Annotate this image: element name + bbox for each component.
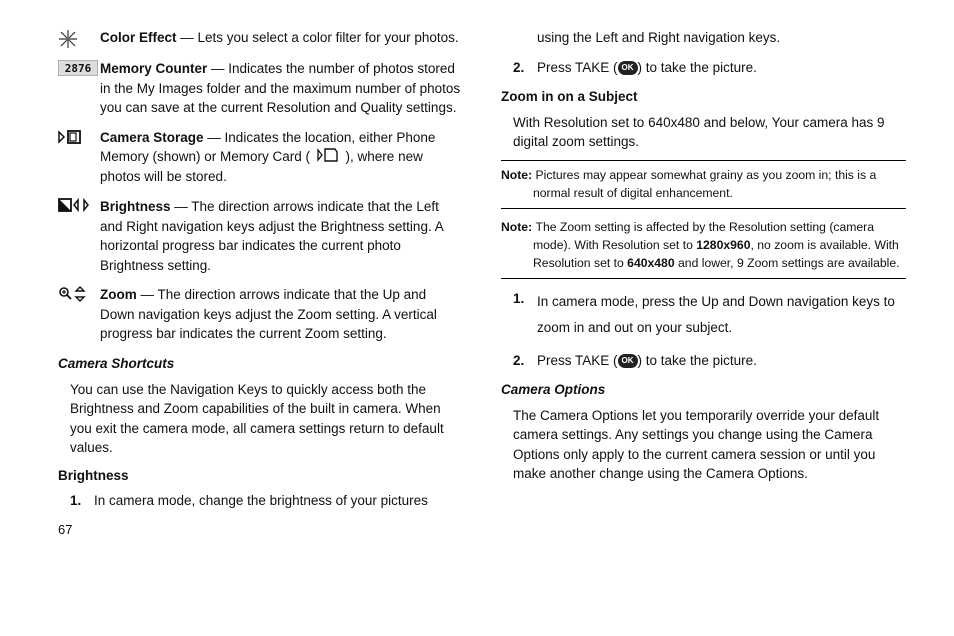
zoom-steps: 1. In camera mode, press the Up and Down… (501, 289, 906, 370)
step-number: 1. (513, 289, 537, 340)
step-number: 2. (513, 351, 537, 371)
item-text: Memory Counter — Indicates the number of… (100, 59, 463, 118)
item-title: Zoom (100, 287, 137, 302)
page-number: 67 (58, 521, 463, 540)
zoom-icon (58, 285, 100, 302)
memory-card-icon (317, 148, 339, 168)
color-effect-icon (58, 28, 100, 49)
item-color-effect: Color Effect — Lets you select a color f… (58, 28, 463, 49)
ok-icon: OK (618, 354, 638, 368)
camera-options-heading: Camera Options (501, 380, 906, 400)
svg-text:2876: 2876 (65, 62, 92, 75)
step-text: In camera mode, press the Up and Down na… (537, 289, 906, 340)
step-text: Press TAKE (OK) to take the picture. (537, 58, 906, 78)
memory-counter-icon: 2876 (58, 59, 100, 76)
zoom-heading: Zoom in on a Subject (501, 87, 906, 107)
note-1: Note: Pictures may appear somewhat grain… (501, 160, 906, 209)
note-body: Pictures may appear somewhat grainy as y… (533, 168, 876, 200)
left-column: Color Effect — Lets you select a color f… (58, 28, 463, 540)
item-title: Camera Storage (100, 130, 204, 145)
item-camera-storage: Camera Storage — Indicates the location,… (58, 128, 463, 187)
camera-options-body: The Camera Options let you temporarily o… (501, 406, 906, 484)
item-text: Brightness — The direction arrows indica… (100, 197, 463, 275)
brightness-steps: 1. In camera mode, change the brightness… (58, 491, 463, 511)
camera-shortcuts-body: You can use the Navigation Keys to quick… (58, 380, 463, 458)
right-column: using the Left and Right navigation keys… (501, 28, 906, 540)
zoom-body: With Resolution set to 640x480 and below… (501, 113, 906, 152)
note-label: Note: (501, 168, 536, 182)
list-item: 2. Press TAKE (OK) to take the picture. (513, 351, 906, 371)
item-zoom: Zoom — The direction arrows indicate tha… (58, 285, 463, 344)
brightness-steps-cont: 2. Press TAKE (OK) to take the picture. (501, 58, 906, 78)
camera-storage-icon (58, 128, 100, 145)
item-text: Color Effect — Lets you select a color f… (100, 28, 463, 48)
continued-line: using the Left and Right navigation keys… (501, 28, 906, 48)
item-text: Camera Storage — Indicates the location,… (100, 128, 463, 187)
item-body: — The direction arrows indicate that the… (100, 287, 437, 341)
brightness-heading: Brightness (58, 466, 463, 486)
page-columns: Color Effect — Lets you select a color f… (58, 28, 906, 540)
step-text: Press TAKE (OK) to take the picture. (537, 351, 906, 371)
step-number: 2. (513, 58, 537, 78)
brightness-icon (58, 197, 100, 212)
item-body: — Lets you select a color filter for you… (177, 30, 459, 45)
list-item: 1. In camera mode, change the brightness… (70, 491, 463, 511)
note-body: The Zoom setting is affected by the Reso… (533, 220, 900, 269)
step-number: 1. (70, 491, 94, 511)
item-title: Memory Counter (100, 61, 207, 76)
item-brightness: Brightness — The direction arrows indica… (58, 197, 463, 275)
item-title: Brightness (100, 199, 171, 214)
camera-shortcuts-heading: Camera Shortcuts (58, 354, 463, 374)
step-text: In camera mode, change the brightness of… (94, 491, 463, 511)
list-item: 1. In camera mode, press the Up and Down… (513, 289, 906, 340)
item-text: Zoom — The direction arrows indicate tha… (100, 285, 463, 344)
item-title: Color Effect (100, 30, 177, 45)
list-item: 2. Press TAKE (OK) to take the picture. (513, 58, 906, 78)
note-2: Note: The Zoom setting is affected by th… (501, 213, 906, 279)
ok-icon: OK (618, 61, 638, 75)
note-label: Note: (501, 220, 536, 234)
item-memory-counter: 2876 Memory Counter — Indicates the numb… (58, 59, 463, 118)
